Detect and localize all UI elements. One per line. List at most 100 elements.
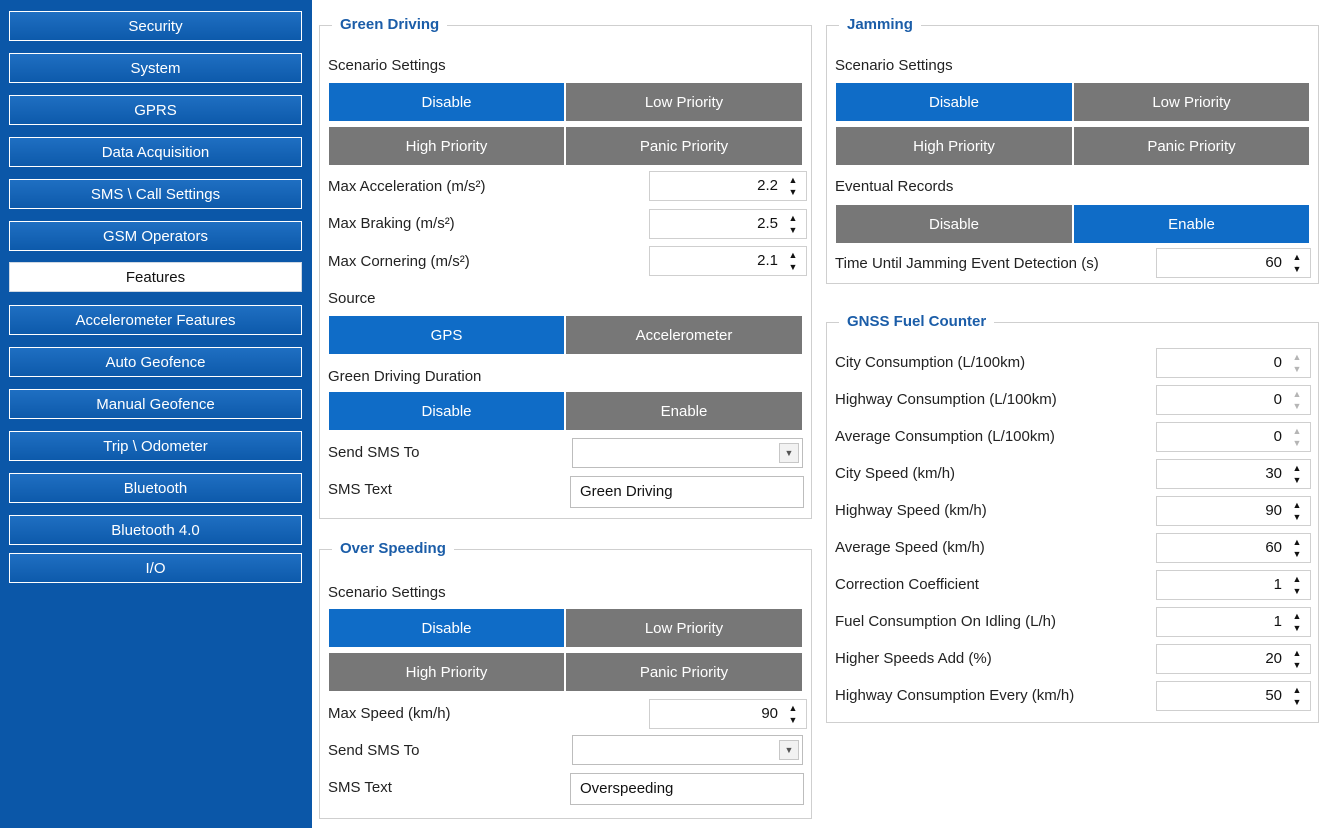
green-driving-duration-label: Green Driving Duration <box>328 368 482 385</box>
max-braking-label: Max Braking (m/s²) <box>328 215 455 232</box>
max-cornering-value: 2.1 <box>757 252 778 269</box>
sidebar-item-accelerometer-features[interactable]: Accelerometer Features <box>9 305 302 335</box>
highway-speed-spinner[interactable]: 90 ▲ ▼ <box>1156 496 1311 526</box>
highway-speed-label: Highway Speed (km/h) <box>835 502 987 519</box>
duration-disable[interactable]: Disable <box>328 391 565 431</box>
correction-coefficient-value: 1 <box>1273 576 1282 593</box>
spinner-arrows-icon[interactable]: ▲ ▼ <box>1290 537 1304 559</box>
source-accelerometer[interactable]: Accelerometer <box>565 315 803 355</box>
spinner-arrows-icon[interactable]: ▲ ▼ <box>1290 685 1304 707</box>
average-consumption-value: 0 <box>1273 428 1282 445</box>
max-cornering-spinner[interactable]: 2.1 ▲ ▼ <box>649 246 807 276</box>
jamming-title: Jamming <box>839 15 921 35</box>
over-speeding-scenario-disable[interactable]: Disable <box>328 608 565 648</box>
higher-speeds-add-value: 20 <box>1265 650 1282 667</box>
max-acceleration-value: 2.2 <box>757 177 778 194</box>
spinner-arrows-icon[interactable]: ▲ ▼ <box>786 213 800 235</box>
max-acceleration-label: Max Acceleration (m/s²) <box>328 178 486 195</box>
spinner-arrows-icon[interactable]: ▲ ▼ <box>1290 500 1304 522</box>
sidebar-item-trip-odometer[interactable]: Trip \ Odometer <box>9 431 302 461</box>
sidebar-item-sms-call-settings[interactable]: SMS \ Call Settings <box>9 179 302 209</box>
city-consumption-value: 0 <box>1273 354 1282 371</box>
fuel-consumption-idling-spinner[interactable]: 1 ▲ ▼ <box>1156 607 1311 637</box>
highway-consumption-label: Highway Consumption (L/100km) <box>835 391 1057 408</box>
green-driving-scenario-low-priority[interactable]: Low Priority <box>565 82 803 122</box>
spinner-arrows-icon[interactable]: ▲ ▼ <box>1290 611 1304 633</box>
sidebar-item-bluetooth-4[interactable]: Bluetooth 4.0 <box>9 515 302 545</box>
fuel-consumption-idling-value: 1 <box>1273 613 1282 630</box>
eventual-records-disable[interactable]: Disable <box>835 204 1073 244</box>
spinner-arrows-icon[interactable]: ▲ ▼ <box>786 175 800 197</box>
sidebar-item-features[interactable]: Features <box>9 262 302 292</box>
higher-speeds-add-spinner[interactable]: 20 ▲ ▼ <box>1156 644 1311 674</box>
spinner-arrows-icon[interactable]: ▲ ▼ <box>1290 426 1304 448</box>
jamming-scenario-disable[interactable]: Disable <box>835 82 1073 122</box>
correction-coefficient-label: Correction Coefficient <box>835 576 979 593</box>
gnss-fuel-counter-title: GNSS Fuel Counter <box>839 312 995 332</box>
sidebar-item-bluetooth[interactable]: Bluetooth <box>9 473 302 503</box>
green-driving-sms-text-input[interactable]: Green Driving <box>570 476 804 508</box>
sidebar-item-auto-geofence[interactable]: Auto Geofence <box>9 347 302 377</box>
max-speed-spinner[interactable]: 90 ▲ ▼ <box>649 699 807 729</box>
spinner-arrows-icon[interactable]: ▲ ▼ <box>1290 463 1304 485</box>
green-driving-scenario-panic-priority[interactable]: Panic Priority <box>565 126 803 166</box>
highway-consumption-spinner[interactable]: 0 ▲ ▼ <box>1156 385 1311 415</box>
spinner-arrows-icon[interactable]: ▲ ▼ <box>1290 574 1304 596</box>
jamming-scenario-panic-priority[interactable]: Panic Priority <box>1073 126 1310 166</box>
spinner-arrows-icon[interactable]: ▲ ▼ <box>1290 648 1304 670</box>
city-consumption-label: City Consumption (L/100km) <box>835 354 1026 371</box>
over-speeding-sms-text-label: SMS Text <box>328 779 392 796</box>
chevron-down-icon[interactable]: ▼ <box>779 443 799 463</box>
spinner-arrows-icon[interactable]: ▲ ▼ <box>1290 252 1304 274</box>
max-cornering-label: Max Cornering (m/s²) <box>328 253 470 270</box>
over-speeding-send-sms-select[interactable]: ▼ <box>572 735 803 765</box>
average-speed-spinner[interactable]: 60 ▲ ▼ <box>1156 533 1311 563</box>
sidebar-item-manual-geofence[interactable]: Manual Geofence <box>9 389 302 419</box>
average-speed-label: Average Speed (km/h) <box>835 539 985 556</box>
city-speed-label: City Speed (km/h) <box>835 465 956 482</box>
sidebar-item-system[interactable]: System <box>9 53 302 83</box>
sidebar-item-data-acquisition[interactable]: Data Acquisition <box>9 137 302 167</box>
jamming-detection-time-spinner[interactable]: 60 ▲ ▼ <box>1156 248 1311 278</box>
green-driving-send-sms-label: Send SMS To <box>328 444 420 461</box>
green-driving-scenario-disable[interactable]: Disable <box>328 82 565 122</box>
sidebar: Security System GPRS Data Acquisition SM… <box>0 0 312 828</box>
sidebar-item-gsm-operators[interactable]: GSM Operators <box>9 221 302 251</box>
jamming-scenario-low-priority[interactable]: Low Priority <box>1073 82 1310 122</box>
sidebar-item-gprs[interactable]: GPRS <box>9 95 302 125</box>
green-driving-send-sms-select[interactable]: ▼ <box>572 438 803 468</box>
fuel-consumption-idling-label: Fuel Consumption On Idling (L/h) <box>835 613 1056 630</box>
jamming-detection-time-value: 60 <box>1265 254 1282 271</box>
green-driving-title: Green Driving <box>332 15 448 35</box>
spinner-arrows-icon[interactable]: ▲ ▼ <box>786 250 800 272</box>
over-speeding-scenario-panic-priority[interactable]: Panic Priority <box>565 652 803 692</box>
sidebar-item-io[interactable]: I/O <box>9 553 302 583</box>
chevron-down-icon[interactable]: ▼ <box>779 740 799 760</box>
sidebar-item-security[interactable]: Security <box>9 11 302 41</box>
highway-consumption-every-spinner[interactable]: 50 ▲ ▼ <box>1156 681 1311 711</box>
green-driving-scenario-high-priority[interactable]: High Priority <box>328 126 565 166</box>
city-speed-spinner[interactable]: 30 ▲ ▼ <box>1156 459 1311 489</box>
over-speeding-title: Over Speeding <box>332 539 454 559</box>
max-braking-value: 2.5 <box>757 215 778 232</box>
average-consumption-label: Average Consumption (L/100km) <box>835 428 1055 445</box>
max-braking-spinner[interactable]: 2.5 ▲ ▼ <box>649 209 807 239</box>
average-consumption-spinner[interactable]: 0 ▲ ▼ <box>1156 422 1311 452</box>
spinner-arrows-icon[interactable]: ▲ ▼ <box>1290 389 1304 411</box>
green-driving-sms-text-label: SMS Text <box>328 481 392 498</box>
spinner-arrows-icon[interactable]: ▲ ▼ <box>1290 352 1304 374</box>
max-acceleration-spinner[interactable]: 2.2 ▲ ▼ <box>649 171 807 201</box>
source-gps[interactable]: GPS <box>328 315 565 355</box>
highway-consumption-every-value: 50 <box>1265 687 1282 704</box>
correction-coefficient-spinner[interactable]: 1 ▲ ▼ <box>1156 570 1311 600</box>
over-speeding-scenario-low-priority[interactable]: Low Priority <box>565 608 803 648</box>
average-speed-value: 60 <box>1265 539 1282 556</box>
over-speeding-sms-text-input[interactable]: Overspeeding <box>570 773 804 805</box>
duration-enable[interactable]: Enable <box>565 391 803 431</box>
eventual-records-enable[interactable]: Enable <box>1073 204 1310 244</box>
spinner-arrows-icon[interactable]: ▲ ▼ <box>786 703 800 725</box>
jamming-scenario-high-priority[interactable]: High Priority <box>835 126 1073 166</box>
over-speeding-scenario-high-priority[interactable]: High Priority <box>328 652 565 692</box>
city-consumption-spinner[interactable]: 0 ▲ ▼ <box>1156 348 1311 378</box>
highway-speed-value: 90 <box>1265 502 1282 519</box>
